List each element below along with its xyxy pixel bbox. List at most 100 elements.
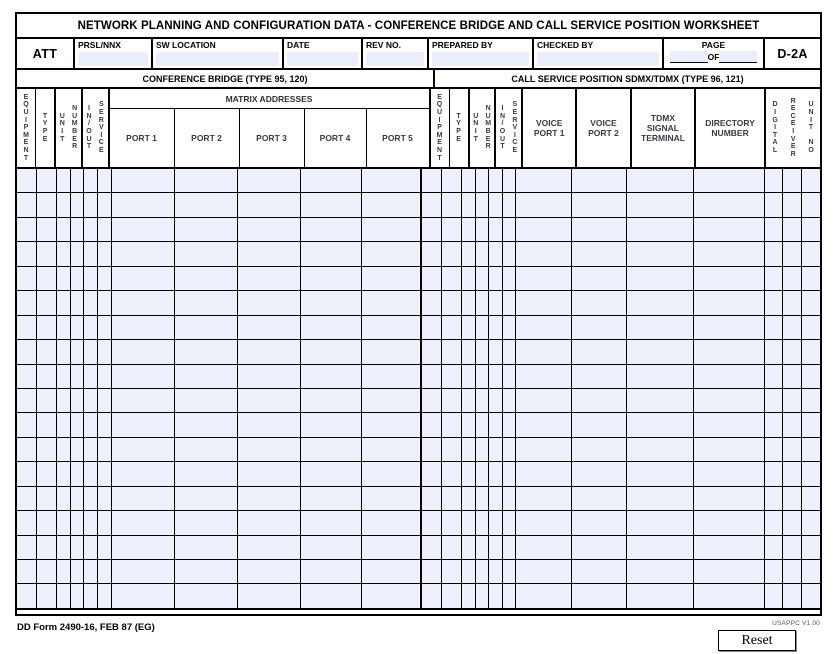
cell-left-unit[interactable] bbox=[56, 486, 71, 511]
cell-left-matrix-port-5[interactable] bbox=[361, 217, 422, 242]
cell-left-matrix-port-4[interactable] bbox=[301, 217, 362, 242]
cell-right-tdmx-signal-terminal[interactable] bbox=[627, 266, 694, 291]
input-right-unit[interactable] bbox=[461, 437, 475, 462]
input-right-receiver[interactable] bbox=[783, 486, 801, 511]
cell-right-type[interactable] bbox=[441, 291, 462, 315]
cell-right-unit-no[interactable] bbox=[801, 560, 821, 584]
input-right-unit[interactable] bbox=[461, 462, 475, 486]
input-right-digital[interactable] bbox=[764, 169, 783, 193]
input-right-number[interactable] bbox=[475, 266, 489, 291]
input-right-directory-number[interactable] bbox=[693, 364, 764, 388]
input-left-number[interactable] bbox=[70, 169, 84, 193]
cell-left-matrix-port-4[interactable] bbox=[301, 437, 362, 462]
input-left-in-out[interactable] bbox=[84, 535, 97, 559]
cell-right-in-out[interactable] bbox=[489, 584, 503, 608]
input-left-unit[interactable] bbox=[56, 584, 70, 608]
cell-right-receiver[interactable] bbox=[783, 511, 802, 535]
input-right-in-out[interactable] bbox=[489, 388, 502, 413]
cell-right-unit-no[interactable] bbox=[801, 169, 821, 193]
input-left-number[interactable] bbox=[70, 388, 84, 413]
input-right-in-out[interactable] bbox=[489, 242, 502, 266]
input-left-matrix-port-1[interactable] bbox=[111, 315, 174, 340]
cell-left-unit[interactable] bbox=[56, 511, 71, 535]
cell-right-receiver[interactable] bbox=[783, 437, 802, 462]
input-right-unit-no[interactable] bbox=[801, 217, 821, 242]
input-right-voice-port-2[interactable] bbox=[571, 266, 627, 291]
cell-right-unit-no[interactable] bbox=[801, 193, 821, 217]
input-right-voice-port-2[interactable] bbox=[571, 584, 627, 608]
cell-left-matrix-port-3[interactable] bbox=[238, 486, 302, 511]
input-right-unit-no[interactable] bbox=[801, 388, 821, 413]
input-right-unit-no[interactable] bbox=[801, 169, 821, 193]
input-left-equipment[interactable] bbox=[17, 437, 36, 462]
input-left-matrix-port-3[interactable] bbox=[238, 217, 301, 242]
cell-left-matrix-port-4[interactable] bbox=[301, 413, 362, 437]
cell-right-service[interactable] bbox=[502, 291, 517, 315]
cell-left-service[interactable] bbox=[97, 437, 112, 462]
input-right-digital[interactable] bbox=[764, 340, 783, 364]
input-left-service[interactable] bbox=[97, 462, 111, 486]
input-left-in-out[interactable] bbox=[84, 413, 97, 437]
input-right-unit[interactable] bbox=[461, 193, 475, 217]
input-left-matrix-port-1[interactable] bbox=[111, 217, 174, 242]
input-right-digital[interactable] bbox=[764, 266, 783, 291]
input-left-matrix-port-5[interactable] bbox=[361, 437, 420, 462]
input-left-type[interactable] bbox=[36, 388, 56, 413]
cell-right-number[interactable] bbox=[475, 291, 490, 315]
input-right-equipment[interactable] bbox=[421, 169, 441, 193]
input-left-matrix-port-1[interactable] bbox=[111, 364, 174, 388]
input-right-unit[interactable] bbox=[461, 291, 475, 315]
cell-right-unit[interactable] bbox=[461, 266, 476, 291]
cell-right-directory-number[interactable] bbox=[693, 511, 765, 535]
cell-right-number[interactable] bbox=[475, 462, 490, 486]
input-left-matrix-port-5[interactable] bbox=[361, 315, 420, 340]
cell-right-service[interactable] bbox=[502, 315, 517, 340]
cell-right-unit[interactable] bbox=[461, 584, 476, 608]
input-right-digital[interactable] bbox=[764, 217, 783, 242]
input-right-equipment[interactable] bbox=[421, 560, 441, 584]
input-right-type[interactable] bbox=[441, 511, 461, 535]
input-right-voice-port-1[interactable] bbox=[516, 340, 571, 364]
input-right-equipment[interactable] bbox=[421, 486, 441, 511]
input-right-digital[interactable] bbox=[764, 584, 783, 608]
input-right-tdmx-signal-terminal[interactable] bbox=[627, 169, 693, 193]
cell-left-matrix-port-4[interactable] bbox=[301, 266, 362, 291]
cell-left-matrix-port-2[interactable] bbox=[174, 584, 238, 608]
cell-left-type[interactable] bbox=[36, 388, 57, 413]
cell-right-tdmx-signal-terminal[interactable] bbox=[627, 388, 694, 413]
cell-right-unit[interactable] bbox=[461, 511, 476, 535]
cell-left-matrix-port-5[interactable] bbox=[361, 193, 422, 217]
cell-right-tdmx-signal-terminal[interactable] bbox=[627, 291, 694, 315]
input-left-service[interactable] bbox=[97, 535, 111, 559]
input-right-directory-number[interactable] bbox=[693, 169, 764, 193]
cell-left-matrix-port-3[interactable] bbox=[238, 217, 302, 242]
cell-right-number[interactable] bbox=[475, 266, 490, 291]
cell-right-equipment[interactable] bbox=[421, 560, 442, 584]
input-left-matrix-port-1[interactable] bbox=[111, 388, 174, 413]
input-left-matrix-port-1[interactable] bbox=[111, 511, 174, 535]
input-right-unit[interactable] bbox=[461, 364, 475, 388]
input-left-service[interactable] bbox=[97, 217, 111, 242]
input-left-matrix-port-2[interactable] bbox=[174, 291, 237, 315]
input-right-service[interactable] bbox=[502, 242, 516, 266]
input-left-matrix-port-3[interactable] bbox=[238, 462, 301, 486]
cell-right-service[interactable] bbox=[502, 535, 517, 559]
cell-right-equipment[interactable] bbox=[421, 511, 442, 535]
cell-left-in-out[interactable] bbox=[84, 291, 98, 315]
input-left-number[interactable] bbox=[70, 511, 84, 535]
input-left-matrix-port-4[interactable] bbox=[301, 437, 361, 462]
cell-right-equipment[interactable] bbox=[421, 388, 442, 413]
cell-right-unit-no[interactable] bbox=[801, 437, 821, 462]
input-right-tdmx-signal-terminal[interactable] bbox=[627, 388, 693, 413]
input-right-unit[interactable] bbox=[461, 486, 475, 511]
input-right-voice-port-1[interactable] bbox=[516, 364, 571, 388]
input-right-voice-port-1[interactable] bbox=[516, 266, 571, 291]
cell-left-matrix-port-3[interactable] bbox=[238, 462, 302, 486]
input-right-voice-port-1[interactable] bbox=[516, 193, 571, 217]
cell-left-matrix-port-1[interactable] bbox=[111, 437, 175, 462]
input-right-tdmx-signal-terminal[interactable] bbox=[627, 364, 693, 388]
cell-right-service[interactable] bbox=[502, 193, 517, 217]
cell-left-matrix-port-2[interactable] bbox=[174, 266, 238, 291]
cell-right-voice-port-1[interactable] bbox=[516, 486, 572, 511]
cell-left-equipment[interactable] bbox=[17, 169, 37, 193]
